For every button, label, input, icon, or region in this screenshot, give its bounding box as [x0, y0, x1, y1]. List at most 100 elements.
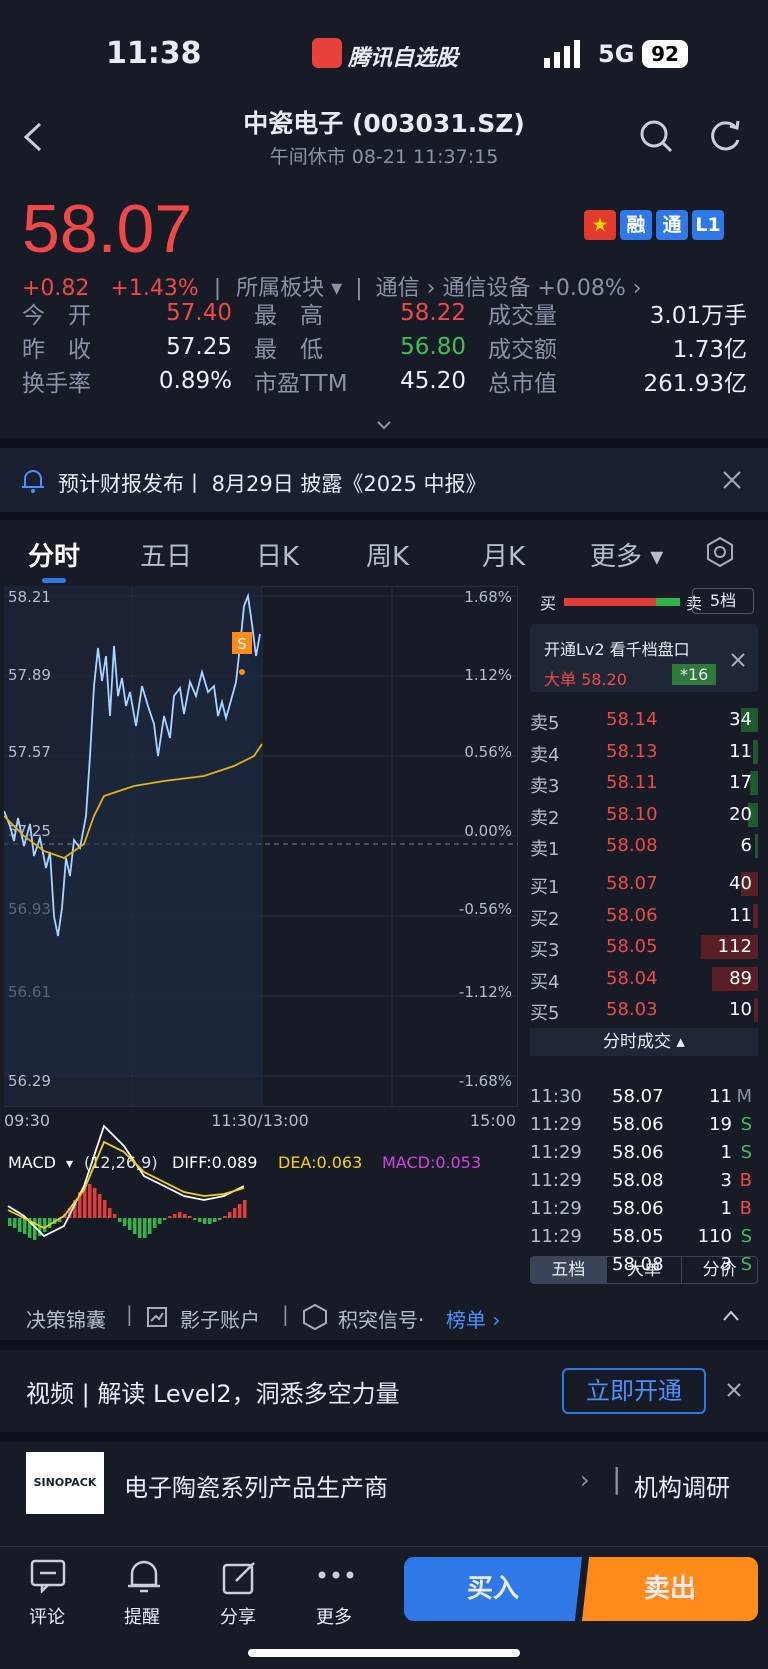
level-price: 58.04: [606, 967, 658, 989]
connect-badge[interactable]: 通: [656, 210, 688, 240]
company-row[interactable]: SINOPACK 电子陶瓷系列产品生产商 › | 机构调研: [0, 1442, 768, 1532]
subtab-price-dist[interactable]: 分价: [681, 1257, 757, 1283]
signal-icon: [544, 40, 580, 68]
macd-bar: [98, 1194, 102, 1218]
activate-button[interactable]: 立即开通: [562, 1368, 706, 1414]
trade-volume: 1: [720, 1198, 732, 1219]
sell-button[interactable]: 卖出: [582, 1557, 758, 1621]
close-icon[interactable]: [726, 1382, 742, 1398]
y-tick-left: 57.57: [8, 743, 51, 761]
stat-value: 3.01万手: [649, 303, 747, 329]
lv2-promo-card[interactable]: 开通Lv2 看千档盘口 大单 58.20 *16: [530, 624, 758, 692]
tab-daily-k[interactable]: 日K: [256, 536, 299, 573]
macd-bar: [93, 1188, 97, 1218]
trade-volume: 110: [697, 1226, 732, 1247]
macd-bar: [213, 1218, 217, 1222]
subtab-five-level[interactable]: 五档: [531, 1257, 606, 1283]
ask-row[interactable]: 卖2 58.10 20: [530, 801, 758, 829]
settings-icon[interactable]: [704, 536, 736, 568]
ask-row[interactable]: 卖3 58.11 17: [530, 769, 758, 797]
bid-row[interactable]: 买4 58.04 89: [530, 965, 758, 993]
macd-bar: [153, 1218, 157, 1228]
tab-intraday[interactable]: 分时: [28, 536, 80, 573]
margin-badge[interactable]: 融: [620, 210, 652, 240]
tool-ranking[interactable]: 榜单 ›: [446, 1304, 500, 1333]
trade-side: S: [740, 1114, 752, 1135]
macd-bar: [88, 1184, 92, 1218]
share-button[interactable]: 分享: [220, 1603, 256, 1629]
trade-price: 58.08: [612, 1170, 664, 1191]
bid-row[interactable]: 买5 58.03 10: [530, 996, 758, 1024]
stat-value: 45.20: [400, 368, 466, 394]
intraday-chart[interactable]: 58.2157.8957.5757.2556.9356.6156.291.68%…: [4, 586, 518, 1286]
remind-button[interactable]: 提醒: [124, 1603, 160, 1629]
bid-row[interactable]: 买1 58.07 40: [530, 870, 758, 898]
level-volume: 112: [717, 936, 752, 957]
tab-monthly-k[interactable]: 月K: [482, 536, 525, 573]
trade-volume: 3: [720, 1170, 732, 1191]
ask-row[interactable]: 卖1 58.08 6: [530, 832, 758, 860]
macd-bar: [118, 1218, 122, 1222]
trades-header[interactable]: 分时成交 ▴: [530, 1028, 758, 1056]
bid-row[interactable]: 买2 58.06 11: [530, 902, 758, 930]
stat-label: 总市值: [488, 371, 557, 397]
trade-row: 11:29 58.06 1 S: [530, 1142, 758, 1170]
trade-side: M: [736, 1086, 752, 1107]
sell-marker-label: S: [237, 635, 247, 653]
ask-row[interactable]: 卖5 58.14 34: [530, 706, 758, 734]
trade-time: 11:30: [530, 1086, 582, 1107]
ratio-sell-bar: [656, 598, 680, 606]
search-icon[interactable]: [638, 118, 674, 154]
big-order-label: 大单 58.20: [544, 670, 627, 689]
macd-bar: [83, 1188, 87, 1218]
stat-value: 57.40: [166, 300, 232, 326]
current-price: 58.07: [22, 191, 193, 267]
level-volume: 40: [729, 873, 752, 894]
y-tick-right: 1.68%: [464, 588, 512, 606]
level-label: 买5: [530, 1003, 560, 1024]
close-icon[interactable]: [730, 652, 746, 668]
comment-button[interactable]: 评论: [29, 1603, 65, 1629]
refresh-icon[interactable]: [708, 118, 744, 154]
tab-five-day[interactable]: 五日: [140, 536, 192, 573]
level-price: 58.11: [606, 772, 658, 793]
y-tick-right: -1.68%: [459, 1072, 512, 1090]
ask-row[interactable]: 卖4 58.13 11: [530, 738, 758, 766]
volume-bar: [754, 998, 758, 1022]
ratio-buy-bar: [564, 598, 656, 606]
level-label: 卖3: [530, 776, 560, 797]
level-label: 买3: [530, 940, 560, 961]
more-icon: [318, 1571, 354, 1579]
tool-decision-tips[interactable]: 决策锦囊: [26, 1304, 106, 1333]
earnings-notice[interactable]: 预计财报发布丨 8月29日 披露《2025 中报》: [0, 448, 768, 512]
macd-bar: [178, 1212, 182, 1218]
tool-signal[interactable]: 积突信号·: [338, 1304, 424, 1333]
buy-button[interactable]: 买入: [404, 1557, 582, 1621]
institution-research[interactable]: 机构调研: [634, 1468, 730, 1503]
trade-side: B: [739, 1198, 752, 1219]
sell-marker-dot: [239, 669, 245, 675]
level-selector[interactable]: 5档: [692, 588, 754, 614]
macd-diff: DIFF:0.089: [172, 1153, 257, 1172]
collapse-icon[interactable]: [722, 1308, 740, 1322]
tab-more[interactable]: 更多 ▾: [590, 536, 663, 573]
expand-icon[interactable]: [376, 420, 392, 430]
close-icon[interactable]: [722, 470, 742, 490]
trade-side: S: [740, 1226, 752, 1247]
orderbook-subtabs: 五档 大单 分价: [530, 1256, 758, 1284]
level-label: 买4: [530, 971, 560, 993]
tool-shadow-account[interactable]: 影子账户: [180, 1304, 260, 1333]
more-button[interactable]: 更多: [316, 1603, 352, 1629]
macd-selector[interactable]: MACD: [8, 1153, 56, 1172]
bid-row[interactable]: 买3 58.05 112: [530, 933, 758, 961]
y-tick-left: 58.21: [8, 588, 51, 606]
subtab-big-order[interactable]: 大单: [605, 1257, 682, 1283]
y-tick-right: 0.56%: [464, 743, 512, 761]
y-tick-right: 1.12%: [464, 666, 512, 684]
tab-weekly-k[interactable]: 周K: [366, 536, 409, 573]
macd-bar: [233, 1208, 237, 1218]
macd-bar: [188, 1216, 192, 1218]
level1-badge[interactable]: L1: [692, 210, 724, 240]
level-price: 58.06: [606, 904, 658, 926]
level-label: 卖1: [530, 839, 560, 860]
